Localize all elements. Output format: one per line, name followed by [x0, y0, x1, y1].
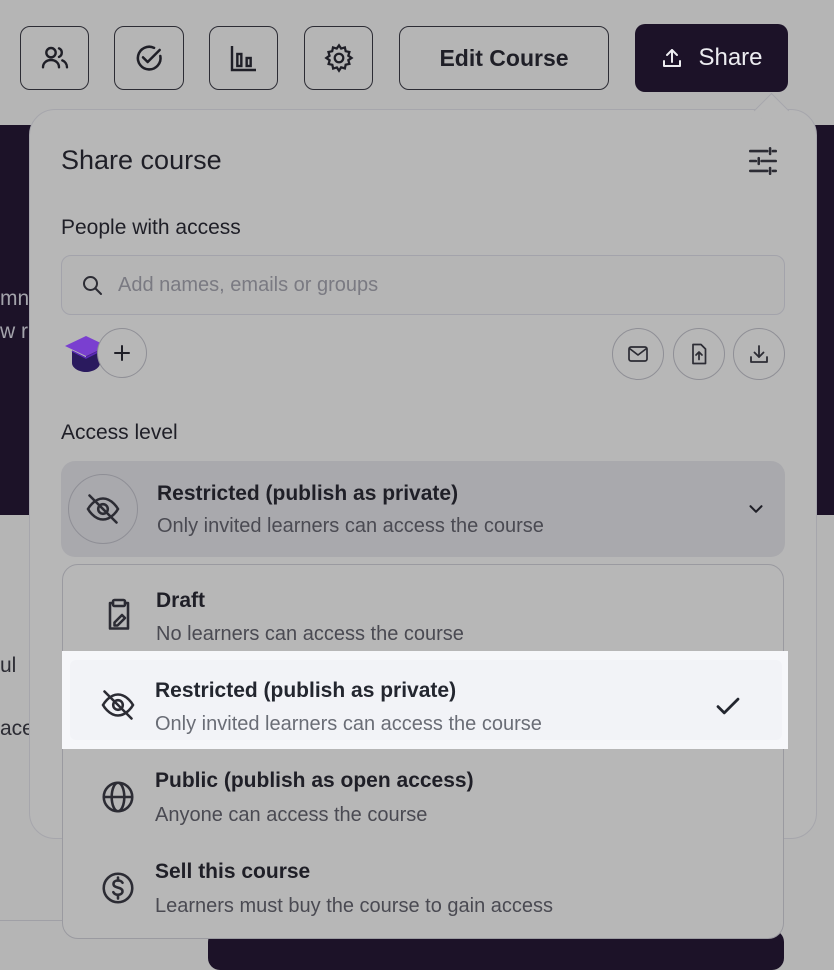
settings-button[interactable] [304, 26, 373, 90]
search-input[interactable] [116, 272, 720, 298]
access-level-label: Access level [61, 421, 178, 444]
dollar-circle-icon [102, 872, 134, 904]
access-icon-circle [68, 474, 138, 544]
popover-title: Share course [61, 145, 222, 175]
menu-item-description: No learners can access the course [156, 623, 464, 645]
selected-access-description: Only invited learners can access the cou… [157, 515, 544, 537]
plus-icon [114, 345, 130, 361]
download-button[interactable] [733, 328, 785, 380]
bg-text-fragment: mn [0, 287, 30, 310]
globe-icon [102, 781, 134, 813]
download-icon [750, 345, 768, 363]
people-with-access-label: People with access [61, 216, 241, 239]
share-button[interactable]: Share [635, 24, 788, 92]
sliders-icon[interactable] [746, 144, 780, 178]
search-icon [83, 276, 102, 295]
bar-chart-icon [230, 46, 256, 72]
menu-item-description: Learners must buy the course to gain acc… [155, 895, 553, 917]
bg-text-fragment: ul [0, 654, 17, 677]
upload-file-button[interactable] [673, 328, 725, 380]
people-search[interactable] [61, 255, 785, 315]
menu-item-draft[interactable]: Draft No learners can access the course [63, 565, 785, 655]
completion-button[interactable] [114, 26, 184, 90]
menu-item-title: Sell this course [155, 860, 311, 883]
selected-access-title: Restricted (publish as private) [157, 482, 459, 505]
users-button[interactable] [20, 26, 89, 90]
menu-item-description: Anyone can access the course [155, 804, 428, 826]
gear-icon [323, 43, 354, 73]
access-level-select[interactable]: Restricted (publish as private) Only inv… [61, 461, 785, 557]
checkmark-icon [716, 697, 740, 715]
menu-item-public[interactable]: Public (publish as open access) Anyone c… [62, 749, 784, 839]
add-person-button[interactable] [97, 328, 147, 378]
eye-off-icon [86, 494, 120, 524]
check-circle-icon [136, 45, 162, 71]
clipboard-icon [108, 598, 130, 630]
menu-item-sell[interactable]: Sell this course Learners must buy the c… [62, 840, 784, 930]
edit-course-button[interactable]: Edit Course [399, 26, 609, 90]
file-upload-icon [692, 343, 707, 365]
eye-off-icon [101, 690, 135, 720]
menu-item-restricted[interactable]: Restricted (publish as private) Only inv… [62, 651, 788, 749]
menu-item-title: Draft [156, 589, 206, 612]
email-invite-button[interactable] [612, 328, 664, 380]
mail-icon [628, 346, 648, 362]
upload-icon [663, 49, 682, 67]
analytics-button[interactable] [209, 26, 278, 90]
users-icon [41, 46, 68, 69]
chevron-down-icon [749, 505, 763, 513]
menu-item-title: Public (publish as open access) [155, 769, 474, 792]
bg-text-fragment: w r [0, 320, 28, 343]
share-label: Share [698, 44, 763, 71]
menu-item-description: Only invited learners can access the cou… [155, 713, 542, 735]
menu-item-title: Restricted (publish as private) [155, 679, 457, 702]
